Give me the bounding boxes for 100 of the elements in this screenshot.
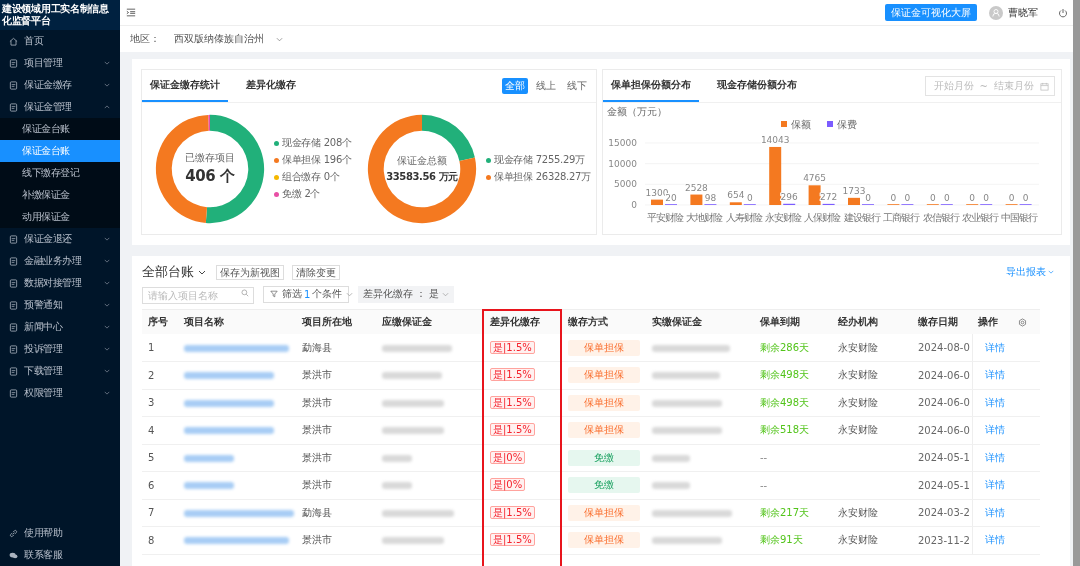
column-header: 保单到期 [754,309,832,334]
tick-label: 5000 [614,179,637,190]
blurred-link[interactable] [184,509,294,517]
scrollbar[interactable] [1073,0,1080,566]
document-icon [9,388,18,398]
blurred-link[interactable] [184,372,274,380]
menu-item[interactable]: 数据对接管理 [0,272,120,294]
home-icon [9,36,18,46]
document-icon [9,344,18,354]
category-label: 永安财险 [764,212,801,223]
column-header: 实缴保证金 [646,309,754,334]
settings-icon[interactable] [1018,317,1027,327]
data-label: 296 [780,191,798,202]
method-tag: 免缴 [568,449,640,466]
table-cell: 景洪市 [296,444,376,472]
table-cell: 勐海县 [296,334,376,362]
menu-item[interactable]: 新闻中心 [0,316,120,338]
legend-value: 26328.27万 [535,170,591,184]
data-label: 0 [904,193,911,203]
tab[interactable]: 保证金缴存统计 [142,70,228,102]
funnel-icon [270,290,278,298]
menu-icon[interactable] [126,8,136,17]
menu-item[interactable]: 下载管理 [0,360,120,382]
method-tag: 保单担保 [568,422,640,439]
blurred-link[interactable] [184,344,289,352]
view-select[interactable]: 全部台账 [142,263,206,281]
rate-tag: 是|1.5% [490,340,535,354]
menu-item[interactable]: 首页 [0,30,120,52]
blurred-link[interactable] [184,454,234,462]
table-cell: 4 [142,416,178,444]
menu-item[interactable]: 金融业务办理 [0,250,120,272]
region-select[interactable]: 西双版纳傣族自治州 [174,32,283,46]
filter-tab[interactable]: 线上 [533,78,559,94]
table-cell: 景洪市 [296,361,376,389]
column-header: 应缴保证金 [376,309,484,334]
menu-item[interactable]: 保证金退还 [0,228,120,250]
menu-item[interactable]: 保证金缴存 [0,74,120,96]
submenu-item[interactable]: 补缴保证金 [0,184,120,206]
document-icon [9,278,18,288]
view-button[interactable]: 保存为新视图 [216,264,284,280]
blurred-link[interactable] [184,399,274,407]
data-label: 4765 [803,173,827,184]
method-tag: 保单担保 [568,504,640,521]
table-cell: 永安财险 [832,334,912,362]
tab[interactable]: 保单担保份额分布 [603,70,699,102]
menu-item[interactable]: 预警通知 [0,294,120,316]
table-cell: 永安财险 [832,416,912,444]
search-field[interactable]: 请输入项目名称 [142,287,254,304]
tick-label: 10000 [608,158,637,169]
column-header: 项目所在地 [296,309,376,334]
blurred-link[interactable] [184,427,274,435]
submenu-item[interactable]: 动用保证金 [0,206,120,228]
menu-item[interactable]: 权限管理 [0,382,120,404]
category-label: 中国银行 [1001,212,1038,223]
menu-item[interactable]: 投诉管理 [0,338,120,360]
legend-label: 现金存储 [494,153,533,167]
column-header: 项目名称 [178,309,296,334]
document-icon [9,234,18,244]
category-label: 工商银行 [883,212,920,223]
blurred-text [382,399,444,407]
caret-icon [442,291,449,297]
app-title: 建设领域用工实名制信息化监督平台 [2,3,110,27]
submenu-item[interactable]: 线下缴存登记 [0,162,120,184]
menu-item[interactable]: 保证金管理 [0,96,120,118]
data-label: 0 [929,193,936,203]
link-icon [9,528,18,538]
avatar-icon[interactable] [989,5,1003,20]
method-tag: 保单担保 [568,394,640,411]
data-label: 1733 [842,185,866,196]
document-icon [9,58,18,68]
user-name[interactable]: 曹晓军 [1008,5,1038,20]
menu-item[interactable]: 项目管理 [0,52,120,74]
tab[interactable]: 现金存储份额分布 [709,70,805,102]
filter-tag[interactable]: 差异化缴存 ： 是 [358,285,454,303]
table-cell: 景洪市 [296,471,376,499]
method-tag: 保单担保 [568,367,640,384]
legend-label: 保费 [837,119,857,130]
data-label: 0 [969,193,976,203]
rate-tag: 是|0% [490,450,526,464]
menu-item[interactable]: 使用帮助 [0,522,120,544]
rate-tag: 是|1.5% [490,505,535,519]
view-button[interactable]: 清除变更 [292,264,340,280]
table-cell: 景洪市 [296,416,376,444]
axis-title: 金额（万元） [607,106,667,117]
power-icon[interactable] [1058,7,1068,18]
table-cell: 2024-06-0 [912,416,972,444]
menu-item[interactable]: 联系客服 [0,544,120,566]
blurred-text [382,509,454,517]
tab[interactable]: 差异化缴存 [238,70,304,102]
blurred-text [382,427,444,435]
rate-tag: 是|1.5% [490,423,535,437]
legend-value: 196个 [323,153,352,167]
column-header: 缴存日期 [912,309,972,334]
data-label: 0 [983,193,990,203]
menu-label: 金融业务办理 [24,254,81,268]
blurred-link[interactable] [184,537,289,545]
blurred-link[interactable] [184,482,234,490]
blurred-text [382,344,452,352]
filter-tab[interactable]: 线下 [564,78,590,94]
submenu-item[interactable]: 保证金台账 [0,118,120,140]
